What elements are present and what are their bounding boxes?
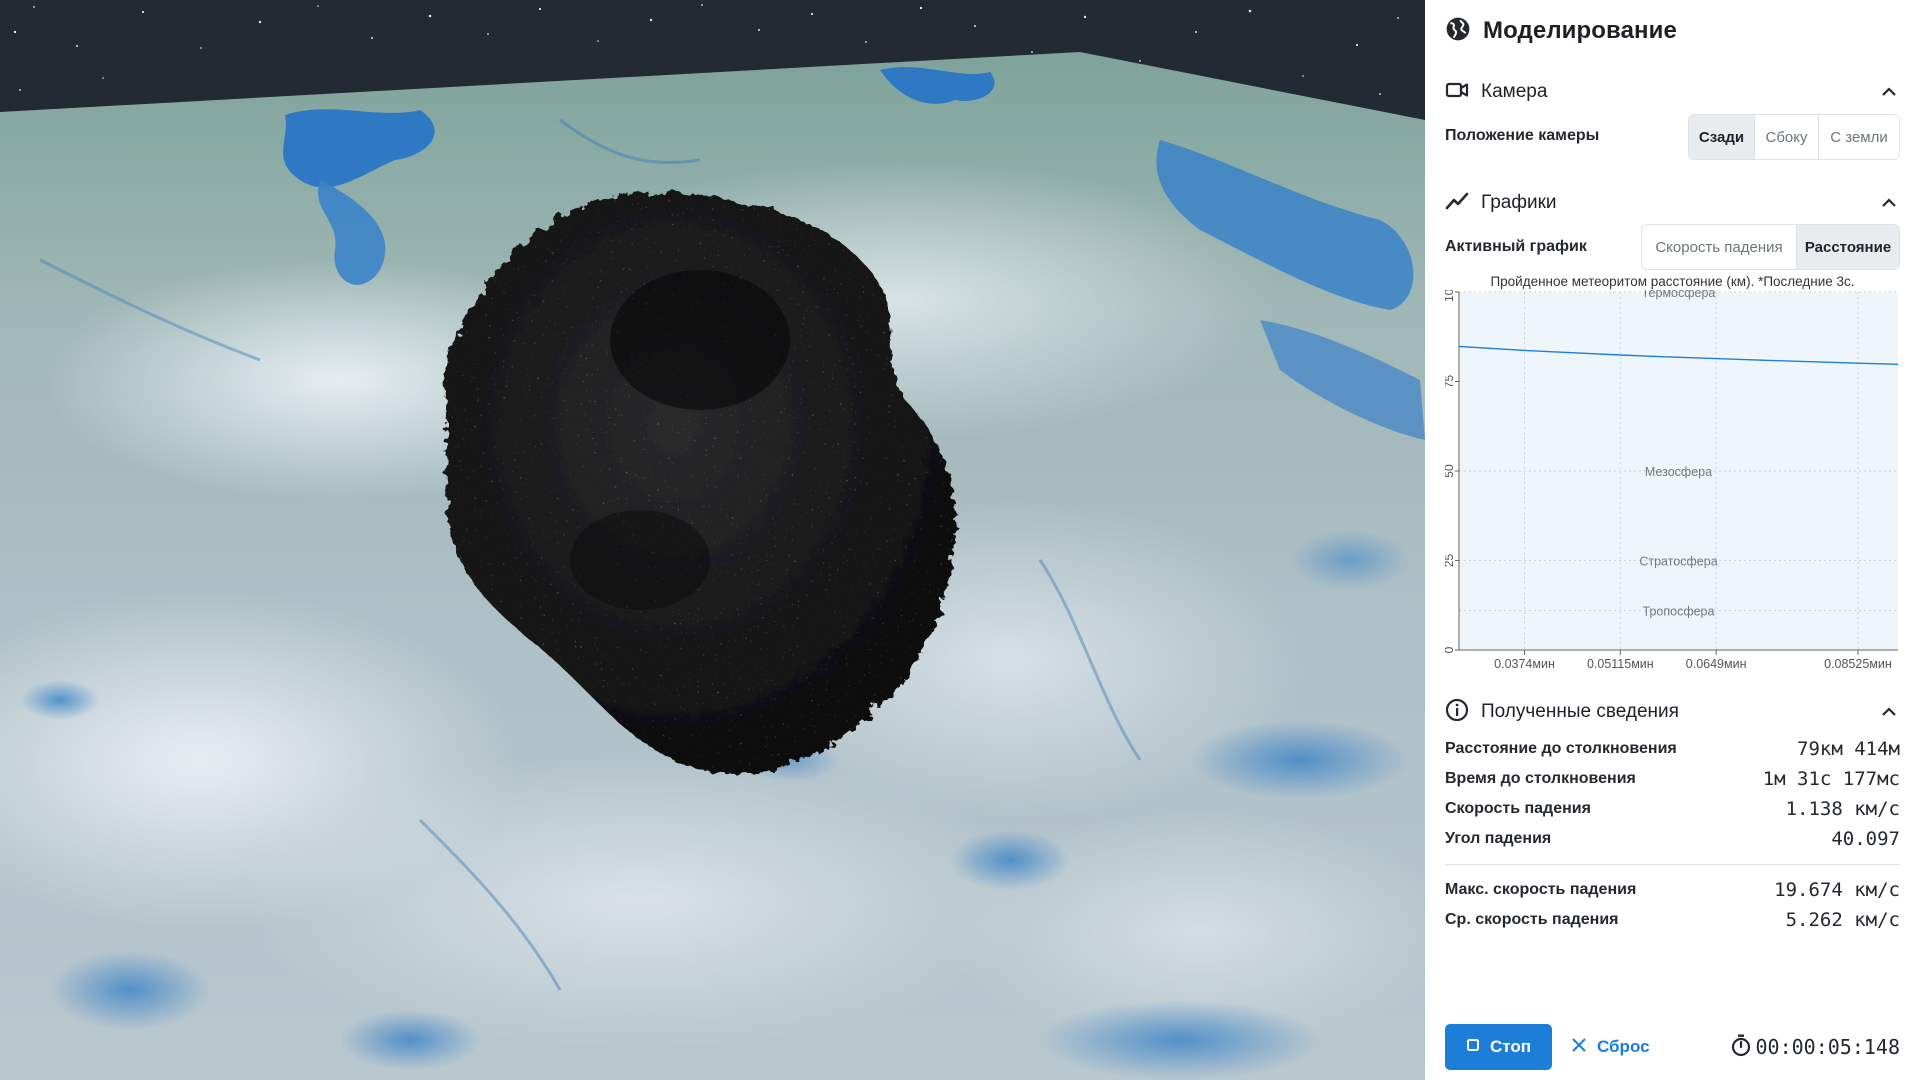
info-row-angle: Угол падения 40.097 — [1445, 827, 1900, 851]
camera-position-selector[interactable]: Сзади Сбоку С земли — [1688, 114, 1900, 160]
info-value: 79км 414м — [1797, 738, 1900, 760]
charts-section-header[interactable]: Графики — [1445, 188, 1900, 218]
chevron-up-icon[interactable] — [1878, 701, 1900, 723]
info-value: 1м 31с 177мс — [1762, 768, 1900, 790]
line-chart-icon — [1445, 190, 1469, 217]
chevron-up-icon[interactable] — [1878, 81, 1900, 103]
info-row-time: Время до столкновения 1м 31с 177мс — [1445, 767, 1900, 791]
camera-option-ground[interactable]: С земли — [1819, 115, 1899, 159]
chart-zone-label: Мезосфера — [1645, 465, 1712, 479]
info-row-avg-speed: Ср. скорость падения 5.262 км/с — [1445, 908, 1900, 932]
timer-value: 00:00:05:148 — [1755, 1035, 1901, 1059]
active-chart-selector[interactable]: Скорость падения Расстояние — [1641, 224, 1900, 270]
charts-section-title: Графики — [1481, 192, 1557, 213]
distance-chart: 0.0374мин 0.05115мин 0.0649мин 0.08525мин Те… — [1445, 290, 1899, 671]
chart-zone-label: Стратосфера — [1639, 555, 1717, 569]
stopwatch-icon — [1730, 1033, 1752, 1062]
info-row-speed: Скорость падения 1.138 км/с — [1445, 797, 1900, 821]
elapsed-timer: 00:00:05:148 — [1730, 1030, 1901, 1064]
chart-zone-label: Термосфера — [1642, 290, 1716, 300]
chart-x-tick-label: 0.08525мин — [1824, 657, 1892, 671]
info-icon — [1445, 698, 1469, 727]
chart-option-distance[interactable]: Расстояние — [1797, 225, 1899, 269]
close-icon — [1571, 1037, 1587, 1058]
info-section-header[interactable]: Полученные сведения — [1445, 697, 1900, 727]
simulation-viewport[interactable] — [0, 0, 1425, 1080]
info-value: 19.674 км/с — [1774, 879, 1900, 901]
chart-y-tick-label: 50 — [1445, 464, 1456, 478]
divider — [1445, 864, 1900, 865]
meteorite — [444, 192, 956, 773]
info-section-title: Полученные сведения — [1481, 701, 1679, 722]
info-label: Расстояние до столкновения — [1445, 740, 1677, 757]
chart-zone-label: Тропосфера — [1643, 605, 1715, 619]
info-label: Угол падения — [1445, 830, 1552, 847]
camera-section-header[interactable]: Камера — [1445, 77, 1900, 107]
info-label: Ср. скорость падения — [1445, 911, 1619, 928]
panel-header: Моделирование — [1445, 14, 1677, 48]
chart-y-tick-label: 25 — [1445, 554, 1456, 568]
chart-option-speed[interactable]: Скорость падения — [1642, 225, 1797, 269]
info-label: Время до столкновения — [1445, 770, 1636, 787]
info-value: 1.138 км/с — [1785, 798, 1900, 820]
camera-section-title: Камера — [1481, 81, 1548, 102]
info-label: Скорость падения — [1445, 800, 1591, 817]
info-value: 5.262 км/с — [1785, 909, 1900, 931]
stop-button[interactable]: Стоп — [1445, 1024, 1552, 1070]
info-value: 40.097 — [1831, 828, 1900, 850]
chart-y-tick-label: 0 — [1445, 646, 1456, 653]
globe-icon — [1445, 16, 1471, 47]
active-chart-label: Активный график — [1445, 238, 1587, 255]
simulation-panel: Моделирование Камера Положение камеры Сз… — [1425, 0, 1920, 1080]
stop-icon — [1466, 1037, 1480, 1057]
stop-button-label: Стоп — [1489, 1037, 1532, 1056]
camera-option-behind[interactable]: Сзади — [1689, 115, 1755, 159]
reset-button[interactable]: Сброс — [1563, 1024, 1658, 1070]
reset-button-label: Сброс — [1597, 1037, 1650, 1056]
video-camera-icon — [1445, 79, 1469, 106]
chart-x-tick-label: 0.0649мин — [1686, 657, 1747, 671]
chart-y-tick-label: 75 — [1445, 375, 1456, 389]
chart-x-tick-label: 0.0374мин — [1494, 657, 1555, 671]
info-row-max-speed: Макс. скорость падения 19.674 км/с — [1445, 878, 1900, 902]
info-row-distance: Расстояние до столкновения 79км 414м — [1445, 737, 1900, 761]
chevron-up-icon[interactable] — [1878, 192, 1900, 214]
chart-y-tick-label: 100 — [1445, 290, 1456, 302]
info-label: Макс. скорость падения — [1445, 881, 1637, 898]
panel-title: Моделирование — [1483, 17, 1677, 44]
camera-position-label: Положение камеры — [1445, 127, 1600, 144]
camera-option-side[interactable]: Сбоку — [1755, 115, 1819, 159]
chart-x-tick-label: 0.05115мин — [1587, 657, 1654, 671]
chart-caption: Пройденное метеоритом расстояние (км). *… — [1490, 274, 1855, 289]
